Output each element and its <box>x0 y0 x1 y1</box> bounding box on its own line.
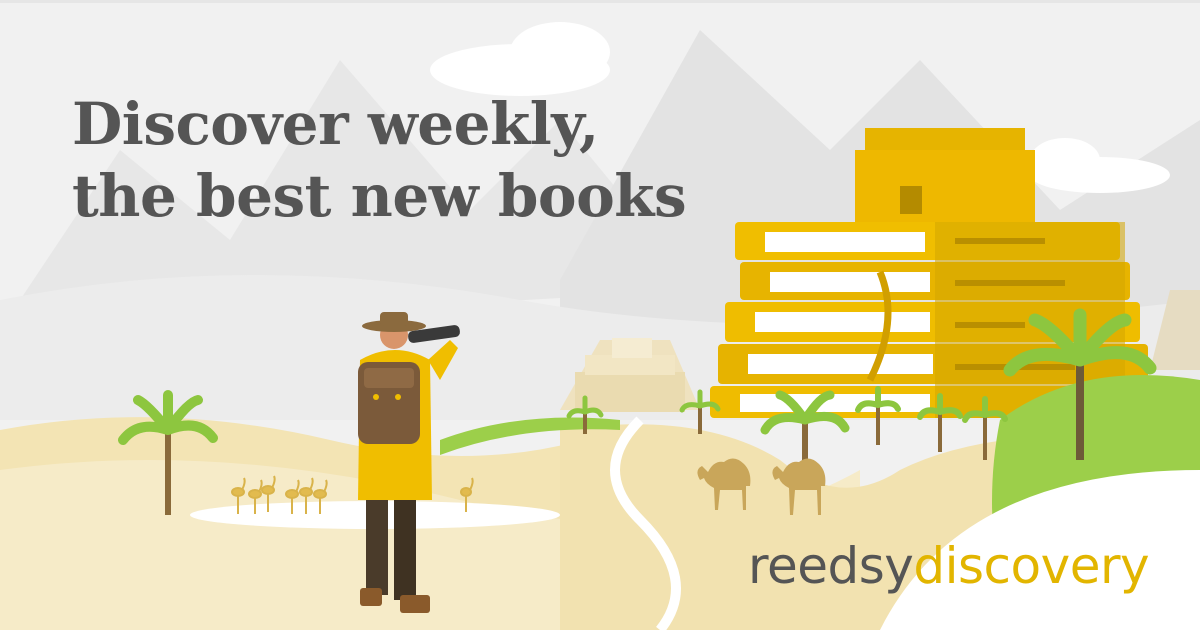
hero-banner: Discover weekly, the best new books reed… <box>0 0 1200 630</box>
headline-line-1: Discover weekly, <box>72 90 599 158</box>
headline: Discover weekly, the best new books <box>72 88 732 232</box>
brand-logo-discovery: discovery <box>913 537 1150 595</box>
brand-logo-reedsy: reedsy <box>748 537 914 595</box>
brand-logo: reedsydiscovery <box>748 536 1150 596</box>
headline-line-2: the best new books <box>72 162 687 230</box>
